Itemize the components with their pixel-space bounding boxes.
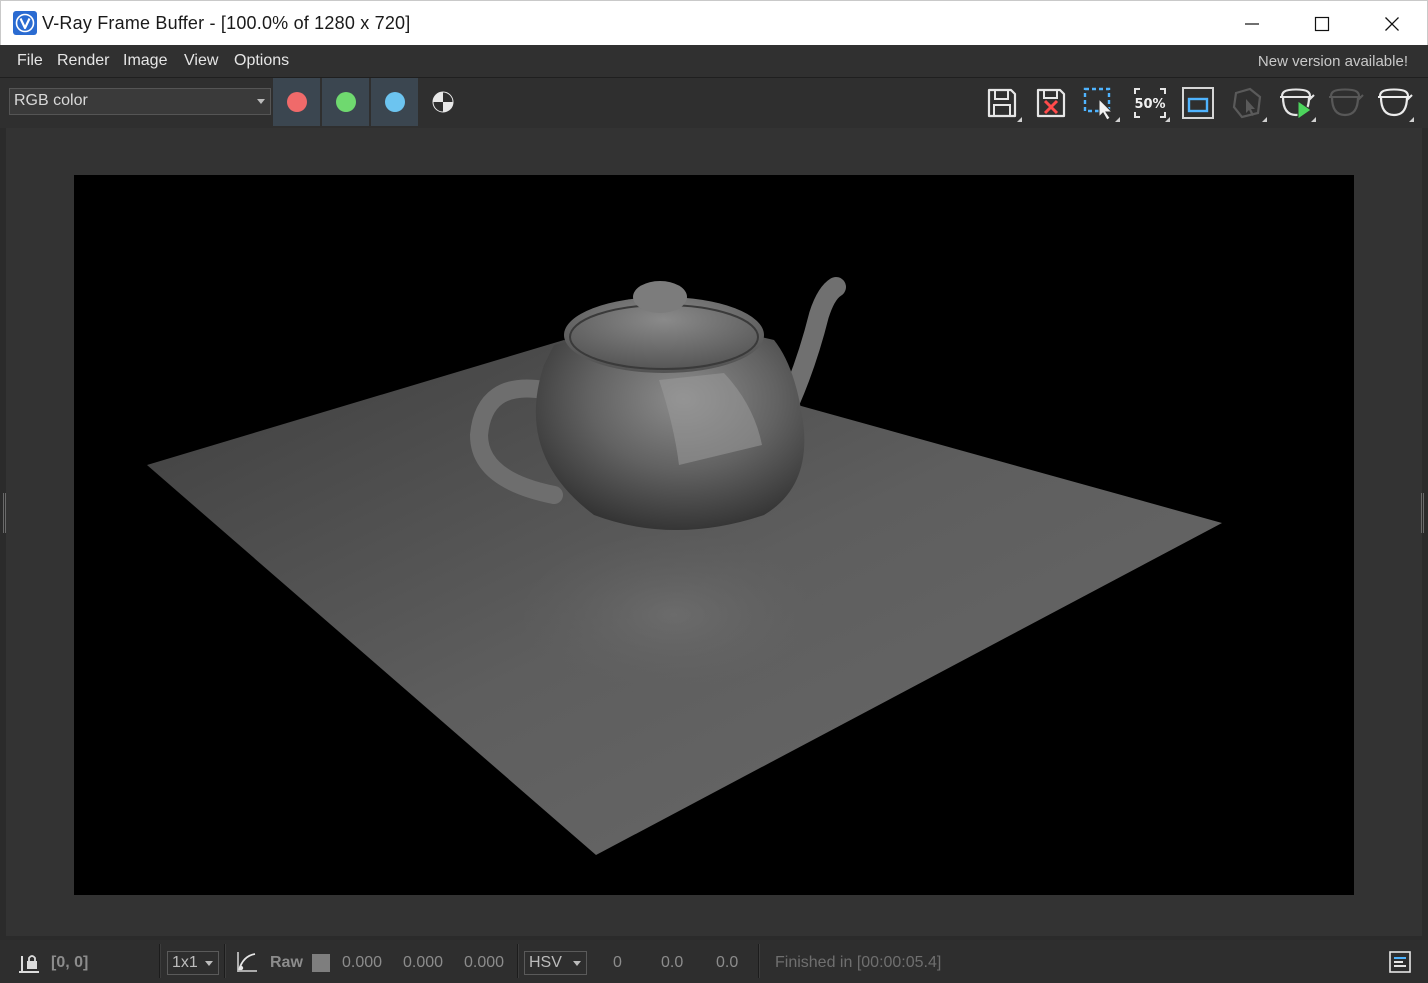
- toolbar: RGB color 50%: [0, 78, 1428, 128]
- title-bar: V-Ray Frame Buffer - [100.0% of 1280 x 7…: [0, 0, 1428, 45]
- pixel-green-value: 0.000: [403, 954, 444, 971]
- value-value: 0.0: [716, 954, 739, 971]
- blue-channel-button[interactable]: [371, 78, 418, 126]
- color-mode-value: HSV: [529, 954, 562, 971]
- red-channel-button[interactable]: [273, 78, 320, 126]
- minimize-icon: [1245, 22, 1259, 25]
- maximize-icon: [1314, 16, 1330, 31]
- clear-image-icon: [1036, 88, 1066, 118]
- green-channel-button[interactable]: [322, 78, 369, 126]
- channel-dropdown[interactable]: RGB color: [9, 88, 271, 115]
- render-button[interactable]: [1372, 82, 1416, 124]
- green-channel-icon: [335, 92, 356, 112]
- maximize-button[interactable]: [1287, 1, 1357, 46]
- menu-options[interactable]: Options: [234, 52, 289, 70]
- menu-file[interactable]: File: [17, 52, 43, 70]
- pixel-blue-value: 0.000: [464, 954, 505, 971]
- status-divider: [224, 944, 226, 978]
- sample-size-dropdown[interactable]: 1x1: [167, 951, 219, 975]
- blue-channel-icon: [384, 92, 405, 112]
- status-divider: [758, 944, 760, 978]
- channel-dropdown-value: RGB color: [14, 92, 88, 109]
- status-divider: [517, 944, 519, 978]
- stop-render-icon: [1329, 88, 1364, 117]
- zoom-50-button[interactable]: 50%: [1128, 82, 1172, 124]
- sample-size-value: 1x1: [172, 954, 198, 971]
- menu-render[interactable]: Render: [57, 52, 109, 70]
- render-region-frame-icon: [1182, 87, 1214, 119]
- close-icon: [1385, 16, 1399, 31]
- saturation-value: 0.0: [661, 954, 684, 971]
- track-mouse-button[interactable]: [1225, 82, 1269, 124]
- status-divider: [159, 944, 161, 978]
- pixel-coordinates: [0, 0]: [51, 954, 89, 971]
- minimize-button[interactable]: [1217, 1, 1287, 46]
- left-resize-grip-icon[interactable]: [2, 493, 6, 533]
- new-version-link[interactable]: New version available!: [1258, 53, 1408, 70]
- hue-value: 0: [613, 954, 622, 971]
- teapot-render-image: [147, 277, 1222, 855]
- window-title: V-Ray Frame Buffer - [100.0% of 1280 x 7…: [42, 13, 411, 33]
- rendered-image[interactable]: [74, 175, 1354, 895]
- region-render-button[interactable]: [1078, 82, 1122, 124]
- chevron-down-icon: [257, 99, 265, 104]
- render-interactive-icon: [1280, 88, 1315, 120]
- region-render-icon: [1083, 87, 1114, 121]
- monochrome-button[interactable]: [426, 90, 460, 114]
- vray-logo-icon: [13, 11, 37, 35]
- log-panel-icon[interactable]: [1389, 951, 1411, 973]
- stop-render-button[interactable]: [1323, 82, 1367, 124]
- color-curve-icon[interactable]: [235, 950, 259, 974]
- monochrome-icon: [432, 91, 454, 113]
- render-region-frame-button[interactable]: [1176, 82, 1220, 124]
- save-image-button[interactable]: [980, 82, 1024, 124]
- menu-bar: File Render Image View Options New versi…: [0, 45, 1428, 78]
- clear-image-button[interactable]: [1029, 82, 1073, 124]
- pixel-color-swatch: [312, 954, 330, 972]
- close-button[interactable]: [1357, 1, 1427, 46]
- render-interactive-button[interactable]: [1274, 82, 1318, 124]
- svg-text:50%: 50%: [1134, 97, 1165, 112]
- red-channel-icon: [286, 92, 307, 112]
- status-bar: [0, 0] 1x1 Raw 0.000 0.000 0.000 HSV 0 0…: [0, 940, 1428, 983]
- zoom-50-icon: 50%: [1134, 88, 1166, 118]
- chevron-down-icon: [573, 961, 581, 966]
- pixel-red-value: 0.000: [342, 954, 383, 971]
- color-mode-dropdown[interactable]: HSV: [524, 951, 587, 975]
- menu-view[interactable]: View: [184, 52, 218, 70]
- raw-label: Raw: [270, 954, 303, 971]
- render-status-text: Finished in [00:00:05.4]: [775, 954, 942, 971]
- render-icon: [1378, 88, 1413, 117]
- chevron-down-icon: [205, 961, 213, 966]
- save-image-icon: [987, 88, 1017, 118]
- menu-image[interactable]: Image: [123, 52, 167, 70]
- right-resize-grip-icon[interactable]: [1421, 493, 1425, 533]
- lock-coordinates-icon[interactable]: [17, 950, 41, 974]
- track-mouse-icon: [1232, 87, 1262, 119]
